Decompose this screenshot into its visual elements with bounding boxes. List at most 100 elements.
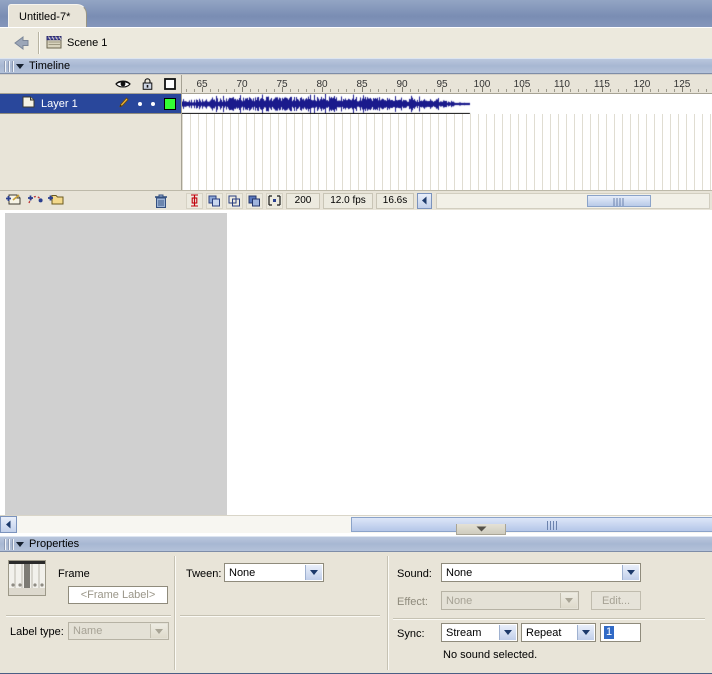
ruler-tick <box>338 89 339 92</box>
ruler-tick-label: 120 <box>633 79 651 90</box>
document-tab[interactable]: Untitled-7* <box>8 4 88 27</box>
ruler-tick <box>210 89 211 92</box>
ruler-tick <box>354 89 355 92</box>
stage-pasteboard[interactable] <box>5 213 227 517</box>
stage-scrollbar-thumb[interactable] <box>350 517 712 532</box>
onion-skin-icon[interactable] <box>206 192 223 209</box>
properties-divider-mid <box>180 615 380 617</box>
frame-label-input[interactable]: <Frame Label> <box>68 586 168 604</box>
properties-panel-grip-icon[interactable] <box>4 538 14 550</box>
timeline-scrollbar-track[interactable] <box>436 192 710 209</box>
insert-layer-folder-icon[interactable] <box>47 192 65 210</box>
sound-select[interactable]: None <box>441 563 641 582</box>
stage-horizontal-scrollbar[interactable] <box>0 515 712 533</box>
back-arrow-icon[interactable] <box>10 34 32 52</box>
ruler-tick <box>370 89 371 92</box>
loop-count-input[interactable]: 1 <box>600 623 641 642</box>
layer-visibility-dot[interactable] <box>138 102 142 106</box>
timeline-panel-title: Timeline <box>29 60 71 72</box>
timeline-frames-area[interactable] <box>182 94 712 190</box>
stage-scrollbar-track[interactable] <box>17 516 712 533</box>
sync-select[interactable]: Stream <box>441 623 518 642</box>
ruler-tick <box>274 89 275 92</box>
tween-chevron-down-icon[interactable] <box>305 565 322 580</box>
ruler-tick <box>434 89 435 92</box>
scene-selector[interactable]: Scene 1 <box>46 33 107 53</box>
sound-chevron-down-icon[interactable] <box>622 565 639 580</box>
ruler-tick-label: 90 <box>396 79 408 90</box>
pencil-icon[interactable] <box>118 96 129 112</box>
loop-mode-select[interactable]: Repeat <box>521 623 596 642</box>
tween-select[interactable]: None <box>224 563 324 582</box>
ruler-tick <box>546 89 547 92</box>
sound-status-message: No sound selected. <box>443 649 538 661</box>
stage-canvas[interactable] <box>227 210 712 521</box>
layer-row[interactable]: Layer 1 <box>0 94 182 114</box>
panel-collapse-handle[interactable] <box>456 524 506 535</box>
sync-chevron-down-icon[interactable] <box>499 625 516 640</box>
outline-icon[interactable] <box>164 78 176 93</box>
stage-scrollbar-grip-icon <box>546 521 559 530</box>
ruler-tick-label: 110 <box>554 79 570 90</box>
ruler-tick <box>658 89 659 92</box>
effect-value: None <box>446 594 473 607</box>
ruler-tick <box>618 89 619 92</box>
timeline-ruler[interactable]: 65 70 75 80 85 90 95 100 105 110 115 120 125 <box>182 75 712 94</box>
stage-area[interactable] <box>0 210 712 536</box>
label-type-select[interactable]: Name <box>68 622 169 640</box>
layer-outline-color-chip[interactable] <box>164 98 176 110</box>
ruler-tick-label: 75 <box>276 79 288 90</box>
flash-authoring-window: Untitled-7* Scene 1 Timeline Layer 1 65 … <box>0 0 712 674</box>
document-tab-label: Untitled-7* <box>19 11 71 23</box>
ruler-tick <box>218 89 219 92</box>
sound-waveform-lane[interactable] <box>182 94 712 114</box>
modify-onion-markers-icon[interactable] <box>266 192 283 209</box>
properties-divider-left <box>6 615 171 617</box>
ruler-tick-label: 125 <box>673 79 691 90</box>
loop-chevron-down-icon[interactable] <box>577 625 594 640</box>
timeline-body: Layer 1 65 70 75 80 85 90 95 100 105 110… <box>0 75 712 210</box>
ruler-tick <box>290 89 291 92</box>
ruler-tick-label: 80 <box>316 79 328 90</box>
stage-scroll-left-button[interactable] <box>0 516 17 533</box>
ruler-tick <box>266 89 267 92</box>
timeline-status-bar: 200 12.0 fps 16.6s <box>182 190 712 210</box>
properties-collapse-triangle-icon[interactable] <box>16 541 24 547</box>
frame-strip-icon <box>8 560 46 596</box>
layer-name-label: Layer 1 <box>41 97 78 110</box>
ruler-tick <box>410 89 411 92</box>
chevron-down-icon[interactable] <box>150 624 167 638</box>
layer-lock-dot[interactable] <box>151 102 155 106</box>
edit-multiple-frames-icon[interactable] <box>246 192 263 209</box>
tween-value: None <box>229 566 256 579</box>
collapse-triangle-icon[interactable] <box>16 63 24 69</box>
timeline-panel-header[interactable]: Timeline <box>0 58 712 74</box>
sync-value: Stream <box>446 626 482 639</box>
eye-icon[interactable] <box>115 79 131 92</box>
onion-outline-icon[interactable] <box>226 192 243 209</box>
insert-layer-icon[interactable] <box>5 192 23 210</box>
timeline-scroll-left-button[interactable] <box>417 192 432 209</box>
audio-waveform <box>182 94 712 114</box>
loop-count-value: 1 <box>604 626 615 639</box>
effect-chevron-down-icon[interactable] <box>560 593 577 608</box>
layer-icon <box>22 96 35 111</box>
layer-state-icons <box>115 78 176 93</box>
center-playhead-icon[interactable] <box>186 192 203 209</box>
timeline-scrollbar-thumb[interactable] <box>586 194 651 207</box>
ruler-tick <box>698 89 699 92</box>
current-frame-field[interactable]: 200 <box>286 192 320 209</box>
panel-grip-icon[interactable] <box>4 60 14 72</box>
ruler-tick <box>666 89 667 92</box>
add-motion-guide-icon[interactable] <box>27 192 43 210</box>
edit-sound-button[interactable]: Edit... <box>591 591 641 610</box>
properties-panel-title: Properties <box>29 538 80 550</box>
label-type-label: Label type: <box>10 626 64 638</box>
sound-value: None <box>446 566 473 579</box>
frame-rate-field[interactable]: 12.0 fps <box>323 192 373 209</box>
properties-panel-header[interactable]: Properties <box>0 536 712 552</box>
ruler-tick <box>610 89 611 92</box>
effect-select[interactable]: None <box>441 591 579 610</box>
properties-divider-right <box>393 618 705 620</box>
lock-icon[interactable] <box>142 78 153 93</box>
